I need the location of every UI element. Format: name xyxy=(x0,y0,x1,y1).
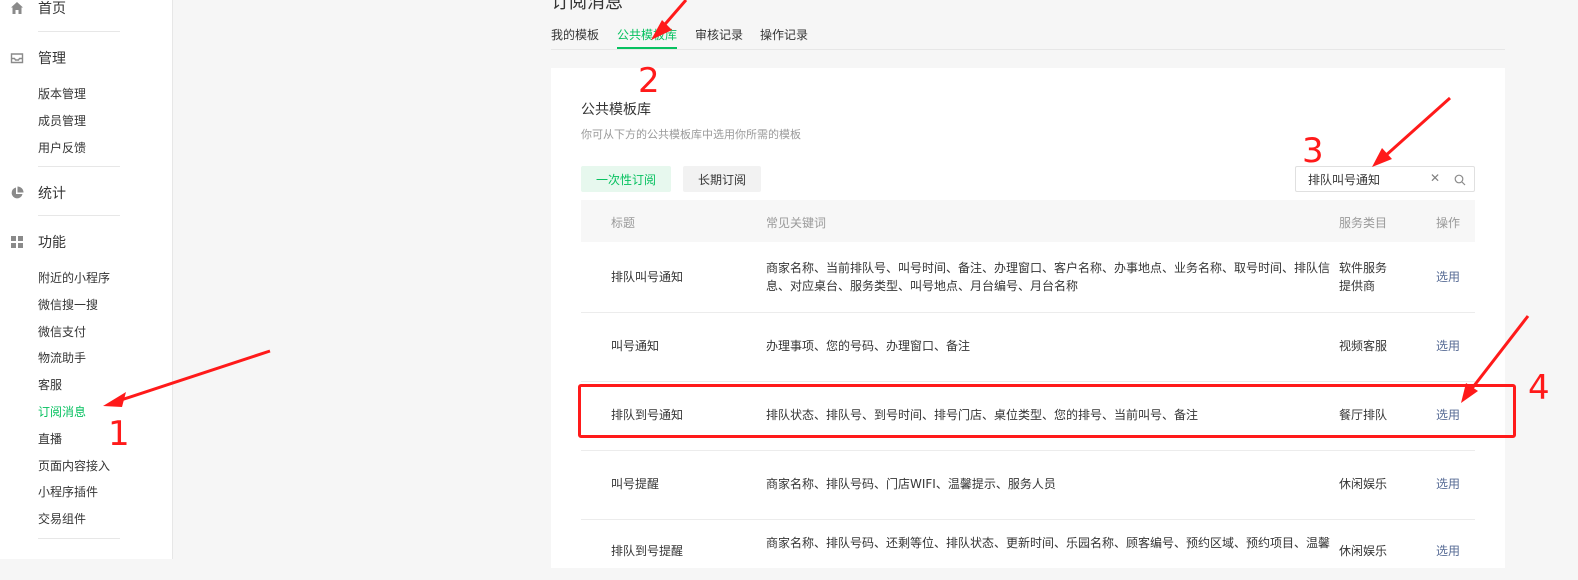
sidebar-item-logistics[interactable]: 物流助手 xyxy=(38,350,86,366)
nav-stats[interactable]: 统计 xyxy=(10,183,66,203)
select-button[interactable]: 选用 xyxy=(1436,475,1460,493)
sidebar: 首页 管理 版本管理 成员管理 用户反馈 统计 功能 附近的小程序 微信搜一搜 … xyxy=(0,0,173,559)
annotation-number-3: 3 xyxy=(1302,131,1324,171)
th-keywords: 常见关键词 xyxy=(766,216,827,230)
nav-stats-label: 统计 xyxy=(38,186,66,202)
sidebar-item-search[interactable]: 微信搜一搜 xyxy=(38,297,98,313)
search-input[interactable] xyxy=(1306,171,1430,187)
filter-once-button[interactable]: 一次性订阅 xyxy=(581,166,672,192)
row-keywords: 商家名称、排队号码、还剩等位、排队状态、更新时间、乐园名称、顾客编号、预约区域、… xyxy=(766,536,1331,550)
search-icon[interactable] xyxy=(1454,171,1468,186)
clear-icon[interactable]: ✕ xyxy=(1430,171,1440,185)
row-title: 叫号提醒 xyxy=(611,477,660,491)
page-title: 订阅消息 xyxy=(551,0,623,13)
card-title: 公共模板库 xyxy=(581,102,651,118)
nav-home-label: 首页 xyxy=(38,1,66,17)
nav-group-manage[interactable]: 管理 xyxy=(10,48,66,68)
sidebar-item-page-content[interactable]: 页面内容接入 xyxy=(38,458,110,474)
row-title: 叫号通知 xyxy=(611,339,660,353)
select-button[interactable]: 选用 xyxy=(1436,268,1460,286)
table-row: 叫号提醒 商家名称、排队号码、门店WIFI、温馨提示、服务人员 休闲娱乐 选用 xyxy=(581,451,1475,520)
table-row: 排队叫号通知 商家名称、当前排队号、叫号时间、备注、办理窗口、客户名称、办事地点… xyxy=(581,242,1475,313)
sidebar-item-live[interactable]: 直播 xyxy=(38,431,62,447)
filter-long-button[interactable]: 长期订阅 xyxy=(683,166,762,192)
tab-bar: 我的模板 公共模板库 审核记录 操作记录 xyxy=(551,27,1505,50)
th-category: 服务类目 xyxy=(1339,216,1388,230)
row-category: 休闲娱乐 xyxy=(1339,544,1388,558)
annotation-number-1: 1 xyxy=(108,414,130,454)
th-title: 标题 xyxy=(611,216,636,230)
nav-group-features-label: 功能 xyxy=(38,235,66,251)
sidebar-item-trade[interactable]: 交易组件 xyxy=(38,511,86,527)
sidebar-item-members[interactable]: 成员管理 xyxy=(38,113,86,129)
select-button[interactable]: 选用 xyxy=(1436,337,1460,355)
row-title: 排队叫号通知 xyxy=(611,270,684,284)
annotation-number-4: 4 xyxy=(1528,368,1550,408)
divider xyxy=(38,215,120,216)
row-keywords: 商家名称、当前排队号、叫号时间、备注、办理窗口、客户名称、办事地点、业务名称、取… xyxy=(766,261,1331,293)
card-description: 你可从下方的公共模板库中选用你所需的模板 xyxy=(581,128,801,141)
table-header: 标题 常见关键词 服务类目 操作 xyxy=(581,200,1475,242)
divider xyxy=(38,538,120,539)
nav-group-manage-label: 管理 xyxy=(38,51,66,67)
sidebar-item-nearby[interactable]: 附近的小程序 xyxy=(38,270,110,286)
sidebar-item-subscribe-message[interactable]: 订阅消息 xyxy=(38,404,86,420)
row-keywords: 商家名称、排队号码、门店WIFI、温馨提示、服务人员 xyxy=(766,477,1056,491)
row-category: 视频客服 xyxy=(1339,339,1388,353)
public-library-card: 公共模板库 你可从下方的公共模板库中选用你所需的模板 一次性订阅 长期订阅 ✕ … xyxy=(551,68,1505,568)
tab-review-records[interactable]: 审核记录 xyxy=(695,27,743,43)
tab-my-templates[interactable]: 我的模板 xyxy=(551,27,599,43)
th-action: 操作 xyxy=(1436,216,1461,230)
table-row: 叫号通知 办理事项、您的号码、办理窗口、备注 视频客服 选用 xyxy=(581,313,1475,382)
highlight-rectangle xyxy=(578,384,1516,438)
row-category: 软件服务提供商 xyxy=(1339,261,1388,293)
sidebar-item-plugin[interactable]: 小程序插件 xyxy=(38,484,98,500)
tab-operation-records[interactable]: 操作记录 xyxy=(760,27,808,43)
divider xyxy=(38,166,120,167)
sidebar-item-service[interactable]: 客服 xyxy=(38,377,62,393)
inbox-icon xyxy=(10,51,24,65)
row-title: 排队到号提醒 xyxy=(611,544,684,558)
nav-home[interactable]: 首页 xyxy=(10,0,66,18)
tab-public-library[interactable]: 公共模板库 xyxy=(617,27,678,49)
sidebar-item-feedback[interactable]: 用户反馈 xyxy=(38,140,86,156)
sidebar-item-pay[interactable]: 微信支付 xyxy=(38,324,86,340)
divider xyxy=(38,31,120,32)
nav-group-features[interactable]: 功能 xyxy=(10,232,66,252)
annotation-number-2: 2 xyxy=(638,61,660,101)
sidebar-item-version[interactable]: 版本管理 xyxy=(38,86,86,102)
grid-icon xyxy=(10,235,24,249)
table-row: 排队到号提醒 商家名称、排队号码、还剩等位、排队状态、更新时间、乐园名称、顾客编… xyxy=(581,520,1475,580)
home-icon xyxy=(10,1,24,15)
pie-chart-icon xyxy=(10,186,24,200)
row-category: 休闲娱乐 xyxy=(1339,477,1388,491)
row-keywords: 办理事项、您的号码、办理窗口、备注 xyxy=(766,339,971,353)
select-button[interactable]: 选用 xyxy=(1436,542,1460,560)
